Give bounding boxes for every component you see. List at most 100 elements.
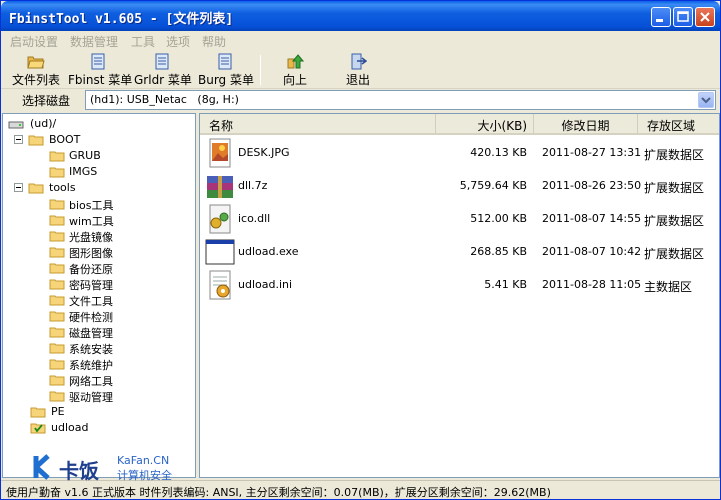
file-row[interactable]: dll.7z 5,759.64 KB 2011-08-26 23:50 扩展数据区: [200, 169, 719, 202]
collapse-toggle[interactable]: [14, 183, 23, 192]
menu-data-management[interactable]: 数据管理: [70, 33, 118, 50]
up-arrow-icon: [287, 54, 304, 69]
menu-boot-settings[interactable]: 启动设置: [10, 33, 58, 50]
grldr-menu-button[interactable]: Grldr 菜单: [134, 53, 192, 87]
file-size: 5,759.64 KB: [459, 179, 527, 192]
window-title: FbinstTool v1.605 - [文件列表]: [9, 12, 234, 27]
tree-node-label: 网络工具: [69, 375, 113, 388]
file-area: 扩展数据区: [644, 148, 705, 162]
folder-icon: [49, 247, 65, 258]
folder-icon: [49, 263, 65, 274]
tree-node-label: bios工具: [69, 199, 114, 212]
close-icon: [700, 12, 710, 22]
folder-icon: [49, 215, 65, 226]
tree-node-label: 图形图像: [69, 247, 113, 260]
file-name: udload.ini: [238, 278, 293, 291]
fbinst-menu-button[interactable]: Fbinst 菜单: [68, 53, 133, 87]
disk-select-label: 选择磁盘: [22, 94, 71, 108]
dll-file-icon: [209, 204, 231, 234]
file-list-label: 文件列表: [11, 73, 60, 87]
collapse-toggle[interactable]: [14, 135, 23, 144]
kafan-watermark: 卡饭 KaFan.CN 计算机安全: [31, 452, 201, 484]
file-row[interactable]: ico.dll 512.00 KB 2011-08-07 14:55 扩展数据区: [200, 202, 719, 235]
file-size: 268.85 KB: [470, 245, 527, 258]
toolbar-separator: [260, 55, 261, 85]
folder-icon: [30, 407, 46, 418]
watermark-tagline: 计算机安全: [117, 469, 172, 482]
file-area: 扩展数据区: [644, 247, 705, 261]
folder-open-icon: [27, 56, 45, 69]
tree-node-label: 硬件检测: [69, 311, 113, 324]
maximize-button[interactable]: [673, 7, 693, 27]
menu-tools[interactable]: 工具: [131, 33, 155, 50]
menu-doc-icon: [91, 53, 105, 70]
folder-icon: [49, 359, 65, 370]
file-size: 512.00 KB: [470, 212, 527, 225]
title-bar[interactable]: FbinstTool v1.605 - [文件列表]: [1, 1, 720, 31]
app-window: FbinstTool v1.605 - [文件列表] 启动设置 数据管理 工具 …: [0, 0, 721, 500]
tree-node-label: GRUB: [69, 149, 101, 162]
menu-doc-icon: [218, 53, 232, 70]
tree-node-label: 系统维护: [69, 359, 113, 372]
folder-icon: [49, 231, 65, 242]
fbinst-menu-label: Fbinst 菜单: [68, 73, 133, 87]
exit-button[interactable]: 退出: [343, 53, 373, 87]
file-row[interactable]: udload.exe 268.85 KB 2011-08-07 10:42 扩展数据区: [200, 235, 719, 268]
folder-icon: [49, 311, 65, 322]
tree-node-label: 系统安装: [69, 343, 113, 356]
tree-node-label: 驱动管理: [69, 391, 113, 404]
minimize-button[interactable]: [651, 7, 671, 27]
kafan-logo-icon: [33, 454, 50, 480]
menu-bar: 启动设置 数据管理 工具 选项 帮助: [1, 31, 720, 51]
folder-icon: [49, 391, 65, 402]
watermark-domain: KaFan.CN: [117, 454, 170, 467]
grldr-menu-label: Grldr 菜单: [134, 73, 192, 87]
close-button[interactable]: [695, 7, 715, 27]
menu-options[interactable]: 选项: [166, 33, 190, 50]
file-area: 扩展数据区: [644, 181, 705, 195]
tree-node-label: 文件工具: [69, 295, 113, 308]
maximize-icon: [677, 11, 689, 22]
folder-icon: [28, 135, 44, 146]
minimize-icon: [656, 19, 663, 22]
file-name: DESK.JPG: [238, 146, 290, 159]
folder-icon: [28, 183, 44, 194]
column-header-size[interactable]: 大小(KB): [436, 114, 534, 133]
toolbar: 文件列表 Fbinst 菜单 Grldr 菜单 Burg 菜单 向上 退出: [1, 51, 720, 89]
tree-node-label: wim工具: [69, 215, 114, 228]
tree-node-label: IMGS: [69, 165, 98, 178]
column-header-name[interactable]: 名称: [200, 114, 436, 133]
file-area: 扩展数据区: [644, 214, 705, 228]
burg-menu-label: Burg 菜单: [198, 73, 254, 87]
folder-icon: [49, 167, 65, 178]
disk-select[interactable]: (hd1): USB_Netac (8g, H:): [85, 90, 716, 110]
column-header-area[interactable]: 存放区域: [638, 114, 719, 133]
file-date: 2011-08-27 13:31: [542, 146, 642, 159]
tree-node-label: 备份还原: [69, 263, 113, 276]
menu-doc-icon: [155, 53, 169, 70]
folder-icon: [49, 343, 65, 354]
file-list[interactable]: 名称 大小(KB) 修改日期 存放区域 DESK.JPG 420.13 KB 201…: [199, 113, 720, 478]
menu-help[interactable]: 帮助: [202, 33, 226, 50]
tree-root-label: (ud)/: [30, 117, 57, 130]
up-button[interactable]: 向上: [280, 53, 310, 87]
ini-file-icon: [209, 270, 231, 300]
tree-node-label: tools: [49, 181, 76, 194]
folder-icon: [49, 199, 65, 210]
file-row[interactable]: udload.ini 5.41 KB 2011-08-28 11:05 主数据区: [200, 268, 719, 301]
file-size: 5.41 KB: [484, 278, 527, 291]
up-label: 向上: [282, 73, 307, 87]
folder-icon: [49, 375, 65, 386]
burg-menu-button[interactable]: Burg 菜单: [198, 53, 254, 87]
column-header-date[interactable]: 修改日期: [534, 114, 638, 133]
file-date: 2011-08-07 14:55: [542, 212, 642, 225]
file-list-button[interactable]: 文件列表: [10, 53, 62, 87]
file-date: 2011-08-28 11:05: [542, 278, 642, 291]
tree-node-label: 密码管理: [69, 279, 113, 292]
tree-node-label: BOOT: [49, 133, 81, 146]
file-row[interactable]: DESK.JPG 420.13 KB 2011-08-27 13:31 扩展数据区: [200, 136, 719, 169]
disk-selector-bar: 选择磁盘 (hd1): USB_Netac (8g, H:): [1, 89, 720, 111]
file-name: ico.dll: [238, 212, 271, 225]
folder-tree[interactable]: (ud)/ BOOT GRUB IMGS tools bios工具 wim工具 光盘镜像 图形…: [2, 113, 196, 478]
dropdown-button[interactable]: [698, 92, 714, 108]
